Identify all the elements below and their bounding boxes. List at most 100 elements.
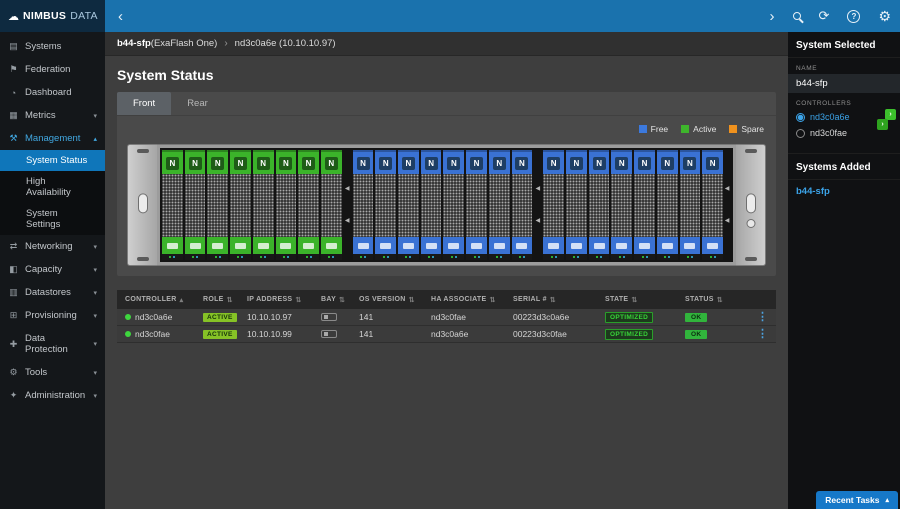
sort-icon[interactable]: ⇅ [339,296,345,304]
breadcrumb-controller[interactable]: nd3c0a6e (10.10.10.97) [235,38,336,49]
table-row[interactable]: nd3c0fae ACTIVE 10.10.10.99 141 nd3c0a6e… [117,326,776,343]
drive-cap: N [656,150,678,174]
table-column-header[interactable]: STATE ⇅ [605,296,685,304]
sort-icon[interactable]: ⇅ [227,296,233,304]
table-column-header[interactable]: ROLE ⇅ [203,296,247,304]
drive-bay[interactable]: N [398,150,419,260]
drive-bay[interactable]: N [566,150,587,260]
drive-bay[interactable]: N [375,150,397,260]
sidebar-item[interactable]: ◔ Dashboard [0,81,105,104]
radio-icon[interactable] [796,128,805,138]
drive-bay[interactable]: N [634,150,655,260]
drive-bay[interactable]: N [252,150,274,260]
sidebar-item[interactable]: ⊞ Provisioning ▾ [0,304,105,327]
sort-icon[interactable]: ⇅ [717,296,723,304]
drive-enclosure: N N N N N N N N ◀ ◀ N N N N N N N N ◀ ◀ … [127,144,766,266]
sidebar-item[interactable]: ▤ Systems [0,35,105,58]
sort-icon[interactable]: ▴ [180,296,184,304]
drive-bay[interactable]: N [543,150,565,260]
drive-bay[interactable]: N [656,150,678,260]
sidebar-item-icon: ⚒ [9,133,18,143]
drive-bay[interactable]: N [275,150,297,260]
drive-bay[interactable]: N [443,150,465,260]
table-column-header[interactable]: CONTROLLER ▴ [125,296,203,304]
sidebar-item-icon: ◔ [10,87,17,98]
drive-bay[interactable]: N [679,150,701,260]
view-tab[interactable]: Front [117,92,172,115]
back-chevron-icon[interactable]: ‹ [105,0,136,32]
drive-bay[interactable]: N [488,150,510,260]
sort-icon[interactable]: ⇅ [550,296,556,304]
sidebar-item-label: Systems [25,41,62,52]
table-column-header[interactable]: BAY ⇅ [321,296,359,304]
sidebar-item[interactable]: ⚙ Tools ▾ [0,361,105,384]
recent-tasks-button[interactable]: Recent Tasks ▴ [816,491,898,509]
breadcrumb-system[interactable]: b44-sfp [117,38,151,49]
gear-icon[interactable]: ⚙ [869,0,900,32]
sidebar-item[interactable]: ✦ Administration ▾ [0,384,105,407]
table-column-header[interactable]: SERIAL # ⇅ [513,296,605,304]
refresh-icon[interactable]: ⟳ [810,0,839,32]
drive-bay[interactable]: N [320,150,342,260]
drive-bay[interactable]: N [298,150,319,260]
view-tabs: Front Rear [117,92,776,116]
sidebar-item[interactable]: ▥ Datastores ▾ [0,281,105,304]
drive-n-logo-icon: N [683,156,697,170]
drive-led-strip [543,254,565,260]
column-label: STATUS [685,296,714,303]
breadcrumb-separator-icon: › [224,38,228,49]
power-button[interactable] [746,219,755,228]
led-green [328,256,331,258]
drive-bay[interactable]: N [702,150,723,260]
search-icon[interactable] [784,0,810,32]
table-column-header[interactable]: IP ADDRESS ⇅ [247,296,321,304]
sidebar-item[interactable]: ◧ Capacity ▾ [0,258,105,281]
view-tab[interactable]: Rear [171,92,224,115]
sidebar-item-label: Federation [25,64,71,75]
table-row[interactable]: nd3c0a6e ACTIVE 10.10.10.97 141 nd3c0fae… [117,309,776,326]
drive-bay[interactable]: N [352,150,374,260]
sidebar-item[interactable]: System Settings [0,203,105,235]
sort-icon[interactable]: ⇅ [631,296,637,304]
system-link[interactable]: b44-sfp [788,180,900,203]
breadcrumb-system-suffix: (ExaFlash One) [150,38,218,49]
drive-bay[interactable]: N [466,150,487,260]
serial-number: 00223d3c0a6e [513,312,570,322]
drive-cap: N [679,150,701,174]
sort-icon[interactable]: ⇅ [489,296,495,304]
drive-label-sticker [303,242,315,249]
drive-label-sticker [402,242,414,249]
drive-mesh [184,174,206,237]
sidebar-item[interactable]: ▦ Metrics ▾ [0,104,105,127]
led-green [686,256,689,258]
sort-icon[interactable]: ⇅ [295,296,301,304]
row-menu-icon[interactable]: ⋮ [757,328,768,340]
sidebar-item[interactable]: ⚒ Management ▴ [0,127,105,150]
sidebar-item[interactable]: ⇄ Networking ▾ [0,235,105,258]
drive-bay[interactable]: N [588,150,610,260]
sidebar-item[interactable]: System Status [0,150,105,171]
collapse-panel-icon[interactable]: › [761,0,784,32]
drive-mesh [466,174,487,237]
drive-bay[interactable]: N [162,150,183,260]
drive-bay[interactable]: N [611,150,633,260]
sort-icon[interactable]: ⇅ [409,296,415,304]
row-menu-icon[interactable]: ⋮ [757,311,768,323]
led-blue [600,256,603,258]
radio-icon[interactable] [796,112,805,122]
drive-bay[interactable]: N [420,150,442,260]
sidebar-item[interactable]: High Availability [0,171,105,203]
drive-bay[interactable]: N [230,150,251,260]
help-icon[interactable]: ? [838,0,869,32]
sidebar-item[interactable]: ✚ Data Protection ▾ [0,327,105,361]
drive-bay[interactable]: N [184,150,206,260]
drive-bay[interactable]: N [207,150,229,260]
led-green [496,256,499,258]
table-column-header[interactable]: STATUS ⇅ [685,296,743,304]
table-column-header[interactable]: OS VERSION ⇅ [359,296,431,304]
table-column-header[interactable]: HA ASSOCIATE ⇅ [431,296,513,304]
led-blue [286,256,289,258]
drive-bay[interactable]: N [511,150,533,260]
sidebar-item[interactable]: ⚑ Federation [0,58,105,81]
os-version: 141 [359,312,374,322]
